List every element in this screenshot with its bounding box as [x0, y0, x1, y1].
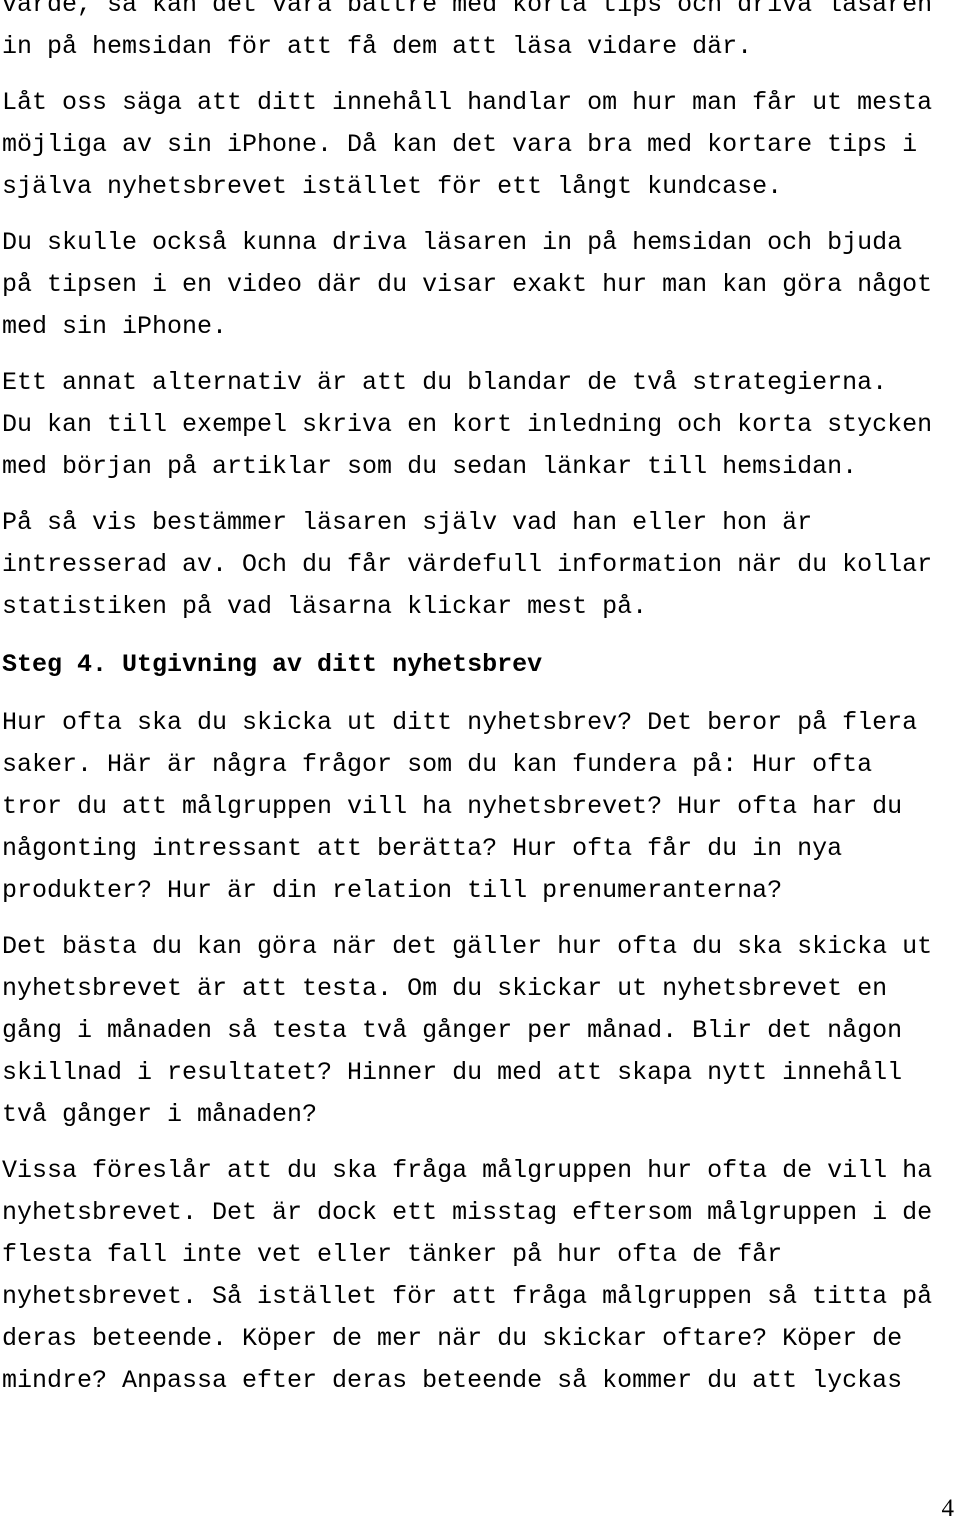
- paragraph-5: På så vis bestämmer läsaren själv vad ha…: [2, 508, 933, 621]
- paragraph-8: Vissa föreslår att du ska fråga målgrupp…: [2, 1156, 933, 1395]
- document-body: värde, så kan det vara bättre med korta …: [2, 0, 958, 1416]
- paragraph-2: Låt oss säga att ditt innehåll handlar o…: [2, 88, 933, 201]
- page-number: 4: [941, 1495, 955, 1522]
- paragraph-6: Hur ofta ska du skicka ut ditt nyhetsbre…: [2, 708, 918, 905]
- paragraph-7: Det bästa du kan göra när det gäller hur…: [2, 932, 933, 1129]
- section-heading-steg-4: Steg 4. Utgivning av ditt nyhetsbrev: [2, 650, 543, 679]
- paragraph-1: värde, så kan det vara bättre med korta …: [2, 0, 933, 61]
- document-page: värde, så kan det vara bättre med korta …: [0, 0, 960, 1527]
- paragraph-3: Du skulle också kunna driva läsaren in p…: [2, 228, 933, 341]
- paragraph-4: Ett annat alternativ är att du blandar d…: [2, 368, 933, 481]
